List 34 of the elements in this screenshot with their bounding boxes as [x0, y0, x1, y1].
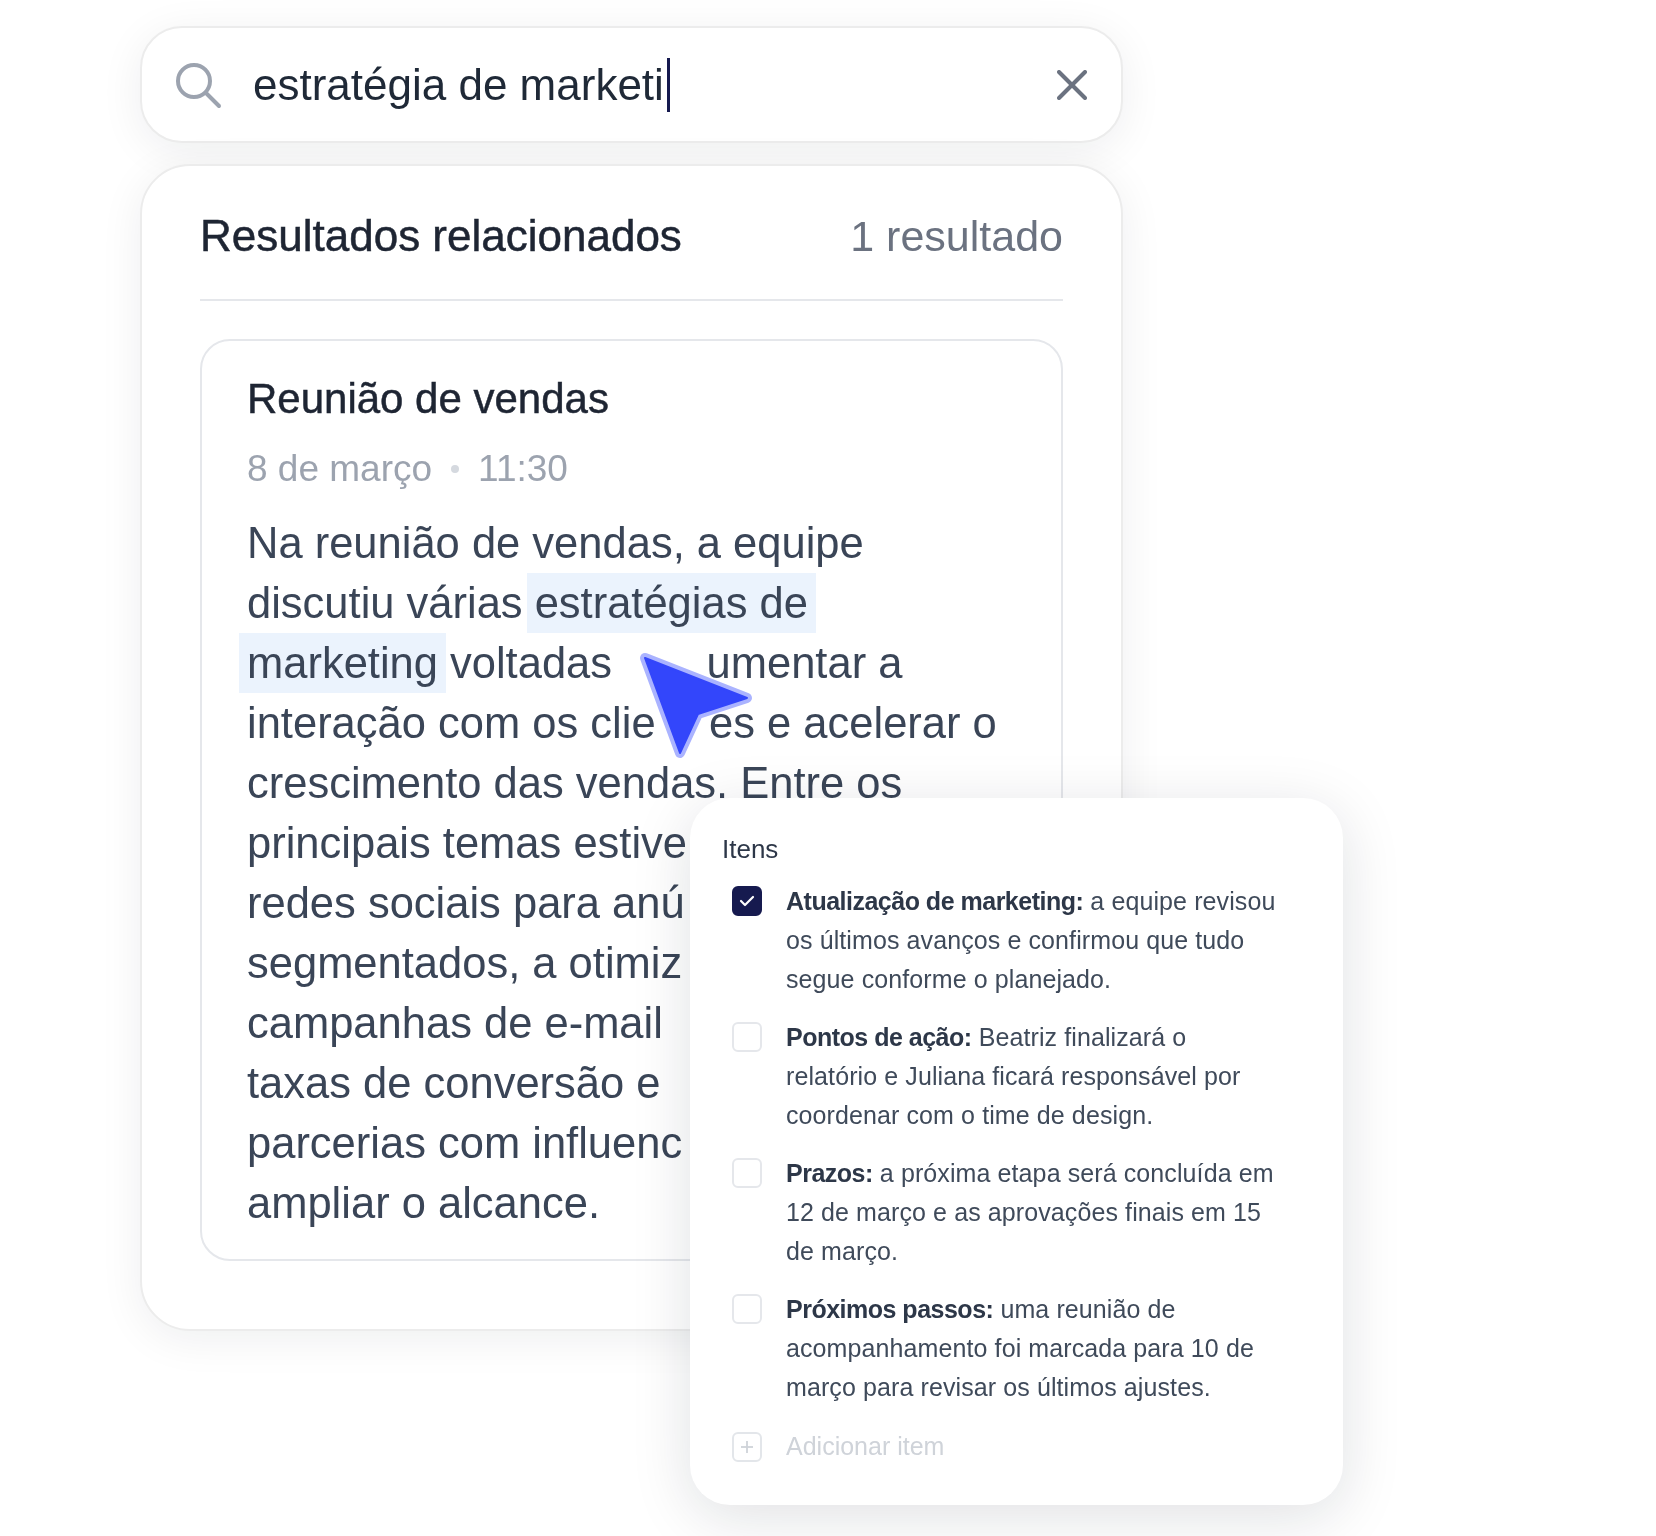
search-field[interactable]: estratégia de marketi: [140, 26, 1123, 143]
close-icon[interactable]: [1057, 69, 1087, 100]
highlighted-match: marketing: [239, 633, 446, 693]
search-query: estratégia de marketi: [253, 58, 664, 111]
body-text: interação com os clie: [247, 698, 656, 749]
body-text: es e acelerar o: [709, 698, 997, 749]
body-text: crescimento das vendas. Entre os: [247, 758, 903, 809]
result-count: 1 resultado: [850, 211, 1063, 261]
panel-title: Itens: [722, 833, 779, 865]
body-text: Na reunião de vendas, a equipe: [247, 518, 864, 569]
item-text: Prazos: a próxima etapa será concluída em 12 de março e as aprovações finais em 15 de março.: [786, 1158, 1275, 1267]
body-text: principais temas estive: [247, 818, 687, 869]
checkmark-icon: [739, 895, 755, 907]
item-text: Próximos passos: uma reunião de acompanhamento foi marcada para 10 de março para revisar os últimos ajustes.: [786, 1294, 1255, 1403]
item-text: Pontos de ação: Beatriz finalizará o relatório e Juliana ficará responsável por coordenar com o time de design.: [786, 1022, 1242, 1131]
result-date: 8 de março: [247, 447, 433, 491]
body-text: parcerias com influenc: [247, 1118, 683, 1169]
item-text: Atualização de marketing: a equipe revisou os últimos avanços e confirmou que tudo segue conforme o planejado.: [786, 886, 1277, 995]
body-text: voltadas: [450, 638, 613, 689]
body-text: campanhas de e-mail: [247, 998, 663, 1049]
body-text: discutiu várias: [247, 578, 523, 629]
plus-icon[interactable]: [732, 1431, 762, 1462]
body-text: redes sociais para anú: [247, 878, 685, 929]
checkbox[interactable]: [732, 886, 762, 916]
result-time: 11:30: [478, 447, 568, 491]
highlighted-match: estratégias de: [526, 573, 816, 633]
body-text: umentar a: [706, 638, 903, 689]
body-text: segmentados, a otimiz: [247, 938, 683, 989]
dot-icon: [451, 465, 460, 473]
body-text: taxas de conversão e: [247, 1058, 661, 1109]
result-title: Reunião de vendas: [247, 375, 609, 423]
search-icon: [174, 60, 222, 109]
section-title: Resultados relacionados: [200, 211, 682, 261]
body-text: ampliar o alcance.: [247, 1178, 600, 1229]
